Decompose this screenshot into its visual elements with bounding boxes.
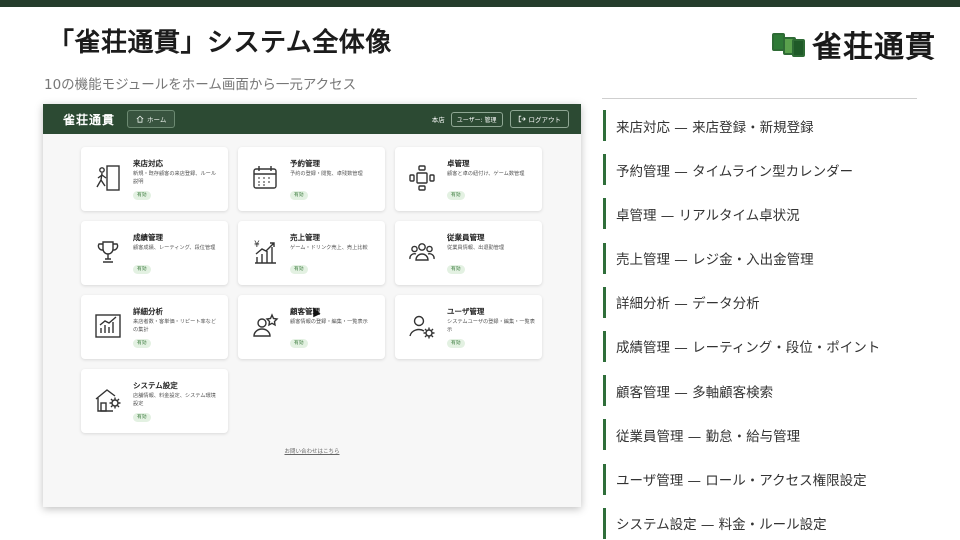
- card-title: 売上管理: [290, 233, 320, 242]
- trophy-icon: [97, 241, 119, 263]
- logout-icon: [518, 115, 526, 123]
- app-screenshot: 雀荘通貫 ホーム 本店 ユーザー: 管理 ログアウト 来店対応 新規・既存顧客の…: [43, 104, 581, 507]
- app-header: 雀荘通貫 ホーム 本店 ユーザー: 管理 ログアウト: [43, 104, 581, 134]
- sales-chart-icon: ¥: [254, 240, 276, 264]
- walk-in-icon: [96, 165, 120, 191]
- card-description: ゲーム・ドリンク売上、売上比較: [290, 245, 368, 251]
- module-list: 来店対応 — 来店登録・新規登録 予約管理 — タイムライン型カレンダー 卓管理…: [603, 110, 933, 540]
- module-card-customer[interactable]: 顧客管理 顧客情報の登録・編集・一覧表示 有効: [238, 295, 385, 359]
- module-card-results[interactable]: 成績管理 顧客成績、レーティング、段位管理 有効: [81, 221, 228, 285]
- module-card-sales[interactable]: ¥ 売上管理 ゲーム・ドリンク売上、売上比較 有効: [238, 221, 385, 285]
- status-badge: 有効: [447, 339, 465, 348]
- card-title: 予約管理: [290, 159, 320, 168]
- card-title: システム設定: [133, 381, 178, 390]
- divider: [602, 98, 917, 99]
- list-item: 予約管理 — タイムライン型カレンダー: [603, 154, 933, 186]
- card-description: 新規・既存顧客の来店登録、ルール説明: [133, 171, 217, 185]
- page-subtitle: 10の機能モジュールをホーム画面から一元アクセス: [44, 77, 357, 93]
- status-badge: 有効: [290, 265, 308, 274]
- card-title: 来店対応: [133, 159, 163, 168]
- module-card-user[interactable]: ユーザ管理 システムユーザの登録・編集・一覧表示 有効: [395, 295, 542, 359]
- list-item: 売上管理 — レジ金・入出金管理: [603, 242, 933, 274]
- card-title: 成績管理: [133, 233, 163, 242]
- list-item: 卓管理 — リアルタイム卓状況: [603, 198, 933, 230]
- calendar-icon: [253, 166, 277, 189]
- list-item: ユーザ管理 — ロール・アクセス権限設定: [603, 463, 933, 495]
- list-item: システム設定 — 料金・ルール設定: [603, 507, 933, 539]
- mahjong-tiles-icon: [772, 29, 806, 59]
- svg-text:¥: ¥: [254, 240, 260, 250]
- staff-group-icon: [409, 243, 435, 261]
- card-description: 顧客情報の登録・編集・一覧表示: [290, 319, 368, 325]
- module-card-walk-in[interactable]: 来店対応 新規・既存顧客の来店登録、ルール説明 有効: [81, 147, 228, 211]
- app-logo[interactable]: 雀荘通貫: [63, 111, 115, 128]
- top-accent-bar: [0, 0, 960, 7]
- status-badge: 有効: [133, 413, 151, 422]
- user-menu-button[interactable]: ユーザー: 管理: [450, 111, 503, 127]
- user-gear-icon: [409, 315, 435, 339]
- logout-button-label: ログアウト: [528, 116, 562, 124]
- store-label: 本店: [431, 116, 445, 124]
- status-badge: 有効: [447, 191, 465, 200]
- card-title: 従業員管理: [447, 233, 485, 242]
- brand-logo: 雀荘通貫: [772, 22, 936, 66]
- card-description: 店舗情報、料金設定、システム環境設定: [133, 393, 216, 407]
- status-badge: 有効: [133, 339, 151, 348]
- list-item: 来店対応 — 来店登録・新規登録: [603, 110, 933, 141]
- list-item: 従業員管理 — 勤怠・給与管理: [603, 419, 933, 451]
- status-badge: 有効: [133, 265, 151, 274]
- card-title: ユーザ管理: [447, 307, 485, 316]
- card-title: 詳細分析: [133, 307, 163, 316]
- module-card-analytics[interactable]: 詳細分析 来店者数・客単価・リピート率などの集計 有効: [81, 295, 228, 359]
- status-badge: 有効: [290, 339, 308, 348]
- home-button-label: ホーム: [147, 116, 167, 124]
- list-item: 顧客管理 — 多軸顧客検索: [603, 375, 933, 407]
- analytics-icon: [95, 314, 121, 338]
- inquiry-link[interactable]: お問い合わせはこちら: [43, 447, 581, 455]
- status-badge: 有効: [290, 191, 308, 200]
- list-item: 成績管理 — レーティング・段位・ポイント: [603, 330, 933, 362]
- slide: 「雀荘通貫」システム全体像 雀荘通貫 10の機能モジュールをホーム画面から一元ア…: [0, 0, 960, 540]
- module-grid: 来店対応 新規・既存顧客の来店登録、ルール説明 有効 予約管理 予約の登録・閲覧…: [81, 147, 542, 433]
- home-button[interactable]: ホーム: [127, 110, 176, 128]
- card-title: 卓管理: [447, 159, 470, 168]
- house-gear-icon: [95, 389, 121, 412]
- card-description: 来店者数・客単価・リピート率などの集計: [133, 319, 217, 333]
- card-description: 顧客と卓の紐付け、ゲーム数管理: [447, 171, 525, 177]
- status-badge: 有効: [447, 265, 465, 274]
- list-item: 詳細分析 — データ分析: [603, 286, 933, 318]
- card-description: 従業員情報、出退勤管理: [447, 245, 505, 251]
- page-title: 「雀荘通貫」システム全体像: [48, 28, 392, 58]
- module-card-reservation[interactable]: 予約管理 予約の登録・閲覧、卓残数管理 有効: [238, 147, 385, 211]
- module-card-table[interactable]: 卓管理 顧客と卓の紐付け、ゲーム数管理 有効: [395, 147, 542, 211]
- card-description: 顧客成績、レーティング、段位管理: [133, 245, 216, 251]
- table-seats-icon: [409, 165, 435, 191]
- module-card-staff[interactable]: 従業員管理 従業員情報、出退勤管理 有効: [395, 221, 542, 285]
- card-description: 予約の登録・閲覧、卓残数管理: [290, 171, 363, 177]
- status-badge: 有効: [133, 191, 151, 200]
- logout-button[interactable]: ログアウト: [509, 110, 569, 128]
- brand-name: 雀荘通貫: [812, 30, 936, 65]
- home-icon: [136, 115, 144, 123]
- customer-star-icon: [253, 313, 279, 337]
- module-card-settings[interactable]: システム設定 店舗情報、料金設定、システム環境設定 有効: [81, 369, 228, 433]
- card-description: システムユーザの登録・編集・一覧表示: [447, 319, 535, 333]
